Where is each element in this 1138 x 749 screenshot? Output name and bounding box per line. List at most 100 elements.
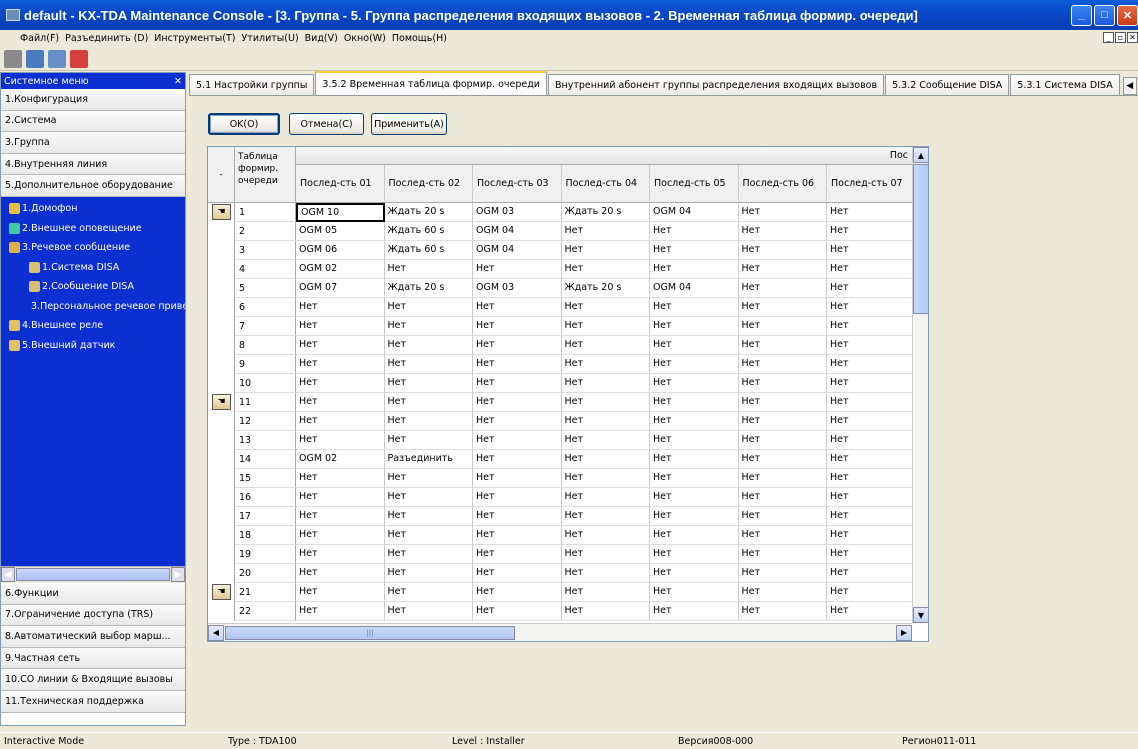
table-cell[interactable]: Разъединить [384, 450, 473, 469]
tree-node[interactable]: 1.Система DISA [1, 257, 185, 277]
column-header[interactable]: Послед-сть 05 [650, 165, 739, 203]
scroll-down-icon[interactable]: ▼ [913, 607, 928, 623]
table-cell[interactable]: Нет [827, 279, 916, 298]
table-cell[interactable]: Нет [738, 393, 827, 412]
row-indicator[interactable] [208, 602, 235, 621]
table-cell[interactable]: Нет [561, 450, 650, 469]
table-cell[interactable]: Нет [561, 317, 650, 336]
tab-disa-message[interactable]: 5.3.2 Сообщение DISA [885, 74, 1010, 95]
close-icon[interactable]: ✕ [174, 76, 182, 87]
table-cell[interactable]: Ждать 20 s [561, 279, 650, 298]
column-header[interactable]: Послед-сть 04 [561, 165, 650, 203]
menu-utilities[interactable]: Утилиты(U) [242, 33, 299, 44]
table-cell[interactable]: Нет [650, 507, 739, 526]
row-indicator[interactable] [208, 374, 235, 393]
table-cell[interactable]: Нет [561, 336, 650, 355]
row-indicator[interactable] [208, 241, 235, 260]
table-cell[interactable]: Нет [650, 469, 739, 488]
vertical-scroll-thumb[interactable] [913, 164, 928, 314]
minimize-button[interactable]: _ [1071, 4, 1092, 26]
row-indicator[interactable] [208, 260, 235, 279]
table-cell[interactable]: Нет [738, 412, 827, 431]
sidebar-item-maintenance[interactable]: 11.Техническая поддержка [1, 690, 185, 713]
table-cell[interactable]: Нет [296, 298, 385, 317]
table-cell[interactable]: Нет [827, 526, 916, 545]
table-cell[interactable]: Нет [384, 583, 473, 602]
row-indicator[interactable] [208, 469, 235, 488]
table-cell[interactable]: Нет [561, 469, 650, 488]
table-cell[interactable]: Нет [296, 374, 385, 393]
table-cell[interactable]: Нет [561, 526, 650, 545]
table-cell[interactable]: Нет [384, 393, 473, 412]
table-cell[interactable]: Нет [827, 241, 916, 260]
tree-node[interactable]: 2.Сообщение DISA [1, 277, 185, 297]
table-cell[interactable]: Нет [827, 336, 916, 355]
row-indicator[interactable]: ☚ [208, 393, 235, 412]
table-cell[interactable]: Нет [296, 564, 385, 583]
menu-tools[interactable]: Инструменты(T) [154, 33, 235, 44]
table-cell[interactable]: Нет [384, 507, 473, 526]
row-indicator[interactable] [208, 298, 235, 317]
scroll-thumb[interactable] [16, 568, 170, 582]
table-cell[interactable]: Нет [296, 526, 385, 545]
table-cell[interactable]: Нет [561, 260, 650, 279]
table-cell[interactable]: Нет [473, 450, 562, 469]
table-cell[interactable]: Нет [827, 545, 916, 564]
table-cell[interactable]: Нет [296, 488, 385, 507]
scroll-left-icon[interactable]: ◀ [1, 567, 15, 583]
table-cell[interactable]: Нет [738, 203, 827, 222]
tab-disa-system[interactable]: 5.3.1 Система DISA [1010, 74, 1120, 95]
table-cell[interactable]: Нет [650, 583, 739, 602]
save-icon[interactable] [26, 49, 44, 68]
row-indicator[interactable]: ☚ [208, 203, 235, 222]
table-cell[interactable]: Нет [473, 431, 562, 450]
maximize-button[interactable]: □ [1094, 4, 1115, 26]
table-cell[interactable]: Нет [827, 317, 916, 336]
ok-button[interactable]: OK(O) [208, 113, 280, 135]
table-cell[interactable]: Нет [650, 564, 739, 583]
table-cell[interactable]: Нет [827, 298, 916, 317]
table-cell[interactable]: Нет [650, 298, 739, 317]
table-cell[interactable]: Нет [650, 241, 739, 260]
apply-button[interactable]: Применить(A) [371, 113, 447, 135]
table-cell[interactable]: Нет [650, 545, 739, 564]
sidebar-item-trs[interactable]: 7.Ограничение доступа (TRS) [1, 604, 185, 627]
grid-vertical-scrollbar[interactable]: ▲ ▼ [912, 147, 928, 623]
row-indicator[interactable] [208, 545, 235, 564]
grid-corner[interactable]: - [208, 147, 235, 203]
table-cell[interactable]: Нет [384, 412, 473, 431]
scroll-left-icon[interactable]: ◀ [208, 624, 224, 641]
table-cell[interactable]: Нет [561, 564, 650, 583]
table-cell[interactable]: Нет [827, 469, 916, 488]
menu-window[interactable]: Окно(W) [344, 33, 386, 44]
disconnect-icon[interactable] [70, 49, 88, 68]
table-cell[interactable]: Нет [561, 488, 650, 507]
table-cell[interactable]: Нет [738, 222, 827, 241]
table-cell[interactable]: Нет [738, 507, 827, 526]
column-header[interactable]: Послед-сть 01 [296, 165, 385, 203]
table-cell[interactable]: Нет [561, 431, 650, 450]
table-cell[interactable]: Ждать 20 s [384, 203, 473, 222]
table-cell[interactable]: Нет [296, 412, 385, 431]
table-cell[interactable]: Нет [384, 317, 473, 336]
table-cell[interactable]: Нет [827, 583, 916, 602]
row-indicator[interactable] [208, 336, 235, 355]
table-cell[interactable]: Нет [473, 355, 562, 374]
table-cell[interactable]: Нет [384, 336, 473, 355]
table-cell[interactable]: Нет [827, 602, 916, 621]
table-cell[interactable]: Нет [738, 336, 827, 355]
tab-icd-group-members[interactable]: Внутренний абонент группы распределения … [547, 74, 885, 95]
table-cell[interactable]: Нет [561, 545, 650, 564]
table-cell[interactable]: Ждать 20 s [384, 279, 473, 298]
tree-node[interactable]: 3.Персональное речевое приветствие [1, 296, 185, 316]
table-cell[interactable]: Нет [827, 507, 916, 526]
table-cell[interactable]: Нет [384, 374, 473, 393]
connect-icon[interactable] [4, 49, 22, 68]
table-cell[interactable]: Нет [384, 431, 473, 450]
table-cell[interactable]: Нет [296, 355, 385, 374]
table-cell[interactable]: OGM 05 [296, 222, 385, 241]
row-indicator[interactable] [208, 507, 235, 526]
table-cell[interactable]: Нет [561, 298, 650, 317]
table-cell[interactable]: OGM 02 [296, 260, 385, 279]
table-cell[interactable]: Нет [473, 602, 562, 621]
